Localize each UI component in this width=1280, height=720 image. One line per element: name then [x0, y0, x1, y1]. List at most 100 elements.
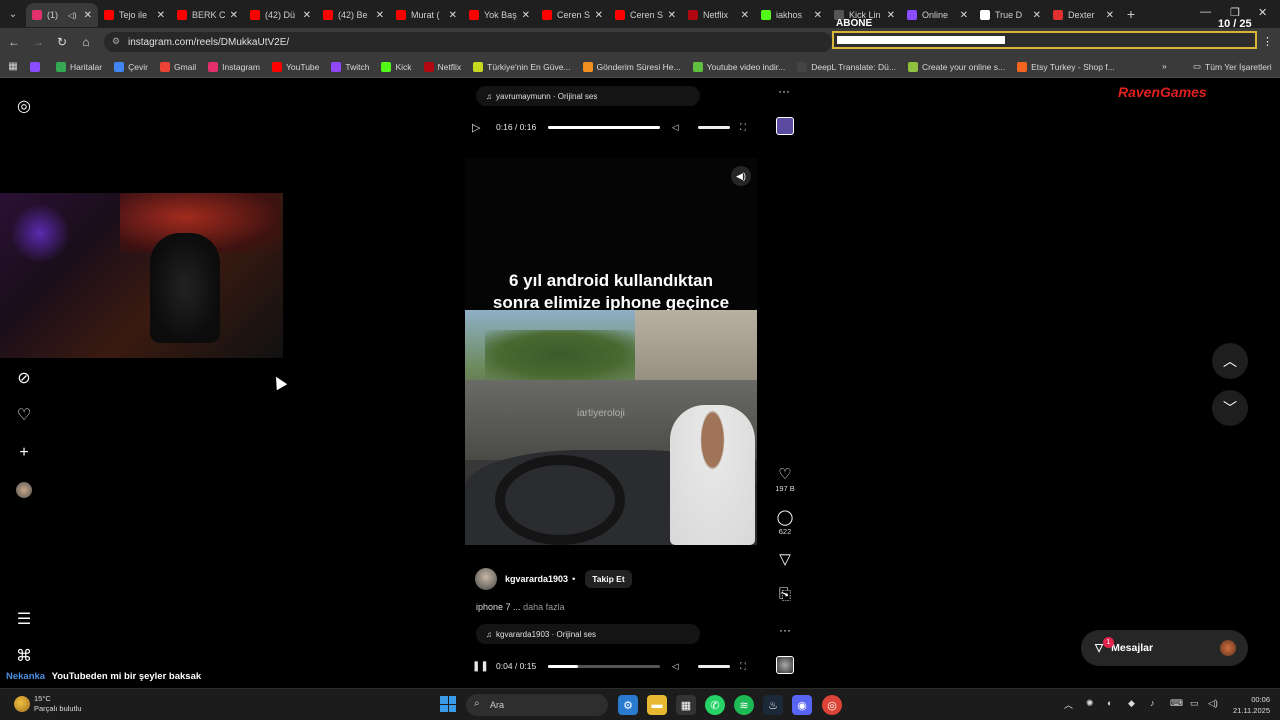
browser-tab[interactable]: Dexter ✕ — [1047, 3, 1120, 27]
bookmark-item[interactable]: Create your online s... — [907, 61, 1005, 72]
tray-app-icon[interactable]: ✺ — [1086, 698, 1094, 709]
tray-app2-icon[interactable]: ◐ — [1107, 698, 1112, 708]
chrome-icon[interactable]: ◎ — [822, 695, 842, 715]
save-button[interactable]: ⎘ — [770, 586, 800, 604]
browser-tab[interactable]: iakhos ✕ — [755, 3, 828, 27]
tab-close-icon[interactable]: ✕ — [84, 10, 92, 21]
bookmark-item[interactable]: Çevir — [114, 61, 148, 72]
bookmark-item[interactable]: Haritalar — [56, 61, 102, 72]
spotify-icon[interactable]: ≋ — [734, 695, 754, 715]
notifications-heart-icon[interactable]: ♡ — [14, 405, 34, 425]
explore-icon[interactable]: ⊘ — [14, 368, 34, 388]
browser-tab[interactable]: (42) Be ✕ — [317, 3, 390, 27]
prev-reel-volume-slider[interactable] — [698, 125, 730, 129]
mute-toggle-icon[interactable]: ◀) — [731, 166, 751, 186]
bookmark-item[interactable]: Youtube video indir... — [692, 61, 785, 72]
volume-icon[interactable]: ◁ — [672, 661, 686, 672]
tab-close-icon[interactable]: ✕ — [887, 10, 895, 21]
system-clock[interactable]: 00:06 21.11.2025 — [1226, 694, 1270, 716]
tab-close-icon[interactable]: ✕ — [522, 10, 530, 21]
bookmark-item[interactable]: Gmail — [159, 61, 196, 72]
bookmark-item[interactable]: Kick — [381, 61, 412, 72]
volume-icon[interactable]: ◁ — [672, 122, 686, 133]
browser-menu-icon[interactable]: ⋮ — [1262, 35, 1273, 48]
minimize-icon[interactable]: — — [1200, 6, 1211, 18]
browser-tab[interactable]: True D ✕ — [974, 3, 1047, 27]
fullscreen-icon[interactable]: ⛶ — [740, 661, 746, 672]
author-avatar[interactable] — [475, 568, 497, 590]
tab-close-icon[interactable]: ✕ — [1106, 10, 1114, 21]
url-input[interactable]: ⚙ instagram.com/reels/DMukkaUtV2E/ — [104, 32, 832, 52]
like-button[interactable]: ♡ 197 B — [770, 466, 800, 493]
author-username[interactable]: kgvararda1903 — [505, 574, 568, 584]
discord-icon[interactable]: ◉ — [792, 695, 812, 715]
settings-app-icon[interactable]: ⚙ — [618, 695, 638, 715]
browser-tab[interactable]: BERK C ✕ — [171, 3, 244, 27]
bookmark-item[interactable]: Türkiye'nin En Güve... — [473, 61, 571, 72]
tab-close-icon[interactable]: ✕ — [960, 10, 968, 21]
reel-audio-thumb[interactable] — [776, 656, 794, 674]
previous-reel-button[interactable]: ︿ — [1212, 343, 1248, 379]
tray-overflow-icon[interactable]: ︿ — [1064, 698, 1073, 711]
play-icon[interactable]: ▷ — [472, 121, 488, 134]
browser-tab[interactable]: Tejo ile ✕ — [98, 3, 171, 27]
profile-avatar[interactable] — [14, 480, 34, 500]
threads-grid-icon[interactable]: ⌘ — [14, 646, 34, 666]
tab-close-icon[interactable]: ✕ — [303, 10, 311, 21]
more-menu-icon[interactable]: ☰ — [14, 609, 34, 629]
tab-close-icon[interactable]: ✕ — [1033, 10, 1041, 21]
tab-close-icon[interactable]: ✕ — [595, 10, 603, 21]
tab-audio-icon[interactable]: ◁) — [68, 11, 77, 20]
tab-search-icon[interactable]: ⌄ — [0, 0, 26, 28]
keyboard-icon[interactable]: ⌨ — [1170, 698, 1183, 709]
reel-video[interactable]: iartiyeroloji — [465, 310, 757, 545]
close-window-icon[interactable]: ✕ — [1258, 6, 1267, 19]
network-icon[interactable]: ▭ — [1190, 698, 1199, 709]
file-explorer-icon[interactable]: ▬ — [647, 695, 667, 715]
bookmark-item[interactable]: Instagram — [208, 61, 260, 72]
tab-close-icon[interactable]: ✕ — [814, 10, 822, 21]
messages-button[interactable]: ▽ 1 Mesajlar — [1081, 630, 1248, 666]
browser-tab[interactable]: (1) ◁) ✕ — [26, 3, 98, 27]
prev-reel-more-icon[interactable]: ··· — [778, 84, 790, 98]
next-reel-button[interactable]: ﹀ — [1212, 390, 1248, 426]
browser-tab[interactable]: Ceren S ✕ — [609, 3, 682, 27]
follow-button[interactable]: Takip Et — [585, 570, 632, 588]
browser-tab[interactable]: Netflix ✕ — [682, 3, 755, 27]
fullscreen-icon[interactable]: ⛶ — [740, 122, 746, 133]
calculator-icon[interactable]: ▦ — [676, 695, 696, 715]
browser-tab[interactable]: Online ✕ — [901, 3, 974, 27]
bookmark-item[interactable] — [30, 61, 44, 72]
prev-reel-audio-pill[interactable]: ♫ yavrumaymunn · Orijinal ses — [476, 86, 700, 106]
reel-volume-slider[interactable] — [698, 664, 730, 668]
browser-tab[interactable]: Ceren S ✕ — [536, 3, 609, 27]
tab-close-icon[interactable]: ✕ — [230, 10, 238, 21]
tray-app3-icon[interactable]: ◆ — [1128, 698, 1135, 709]
home-icon[interactable]: ⌂ — [74, 35, 98, 49]
microphone-icon[interactable]: ♪ — [1150, 698, 1155, 708]
bookmark-item[interactable]: Gönderim Süresi He... — [582, 61, 681, 72]
speaker-icon[interactable]: ◁) — [1208, 698, 1218, 709]
share-button[interactable]: ▽ — [770, 551, 800, 569]
weather-widget[interactable]: 15°C Parçalı bulutlu — [14, 694, 82, 714]
prev-reel-seekbar[interactable] — [548, 125, 660, 129]
browser-tab[interactable]: Murat (✕ — [390, 3, 463, 27]
tab-close-icon[interactable]: ✕ — [449, 10, 457, 21]
reel-seekbar[interactable] — [548, 664, 660, 668]
browser-tab[interactable]: (42) Dü ✕ — [244, 3, 317, 27]
reel-audio-pill[interactable]: ♫ kgvararda1903 · Orijinal ses — [476, 624, 700, 644]
comment-button[interactable]: ◯ 622 — [770, 509, 800, 536]
tab-close-icon[interactable]: ✕ — [668, 10, 676, 21]
more-bookmarks-icon[interactable]: » — [1162, 61, 1167, 71]
instagram-logo-icon[interactable]: ◎ — [14, 96, 34, 116]
forward-icon[interactable]: → — [26, 35, 50, 49]
start-windows-icon[interactable] — [440, 696, 456, 712]
browser-tab[interactable]: Yok Baş ✕ — [463, 3, 536, 27]
prev-reel-audio-thumb[interactable] — [776, 117, 794, 135]
back-icon[interactable]: ← — [2, 35, 26, 49]
taskbar-search[interactable]: ⌕ Ara — [466, 694, 608, 716]
create-plus-icon[interactable]: + — [14, 443, 34, 463]
pause-icon[interactable]: ❚❚ — [472, 661, 489, 672]
bookmark-item[interactable]: DeepL Translate: Dü... — [797, 61, 896, 72]
whatsapp-icon[interactable]: ✆ — [705, 695, 725, 715]
